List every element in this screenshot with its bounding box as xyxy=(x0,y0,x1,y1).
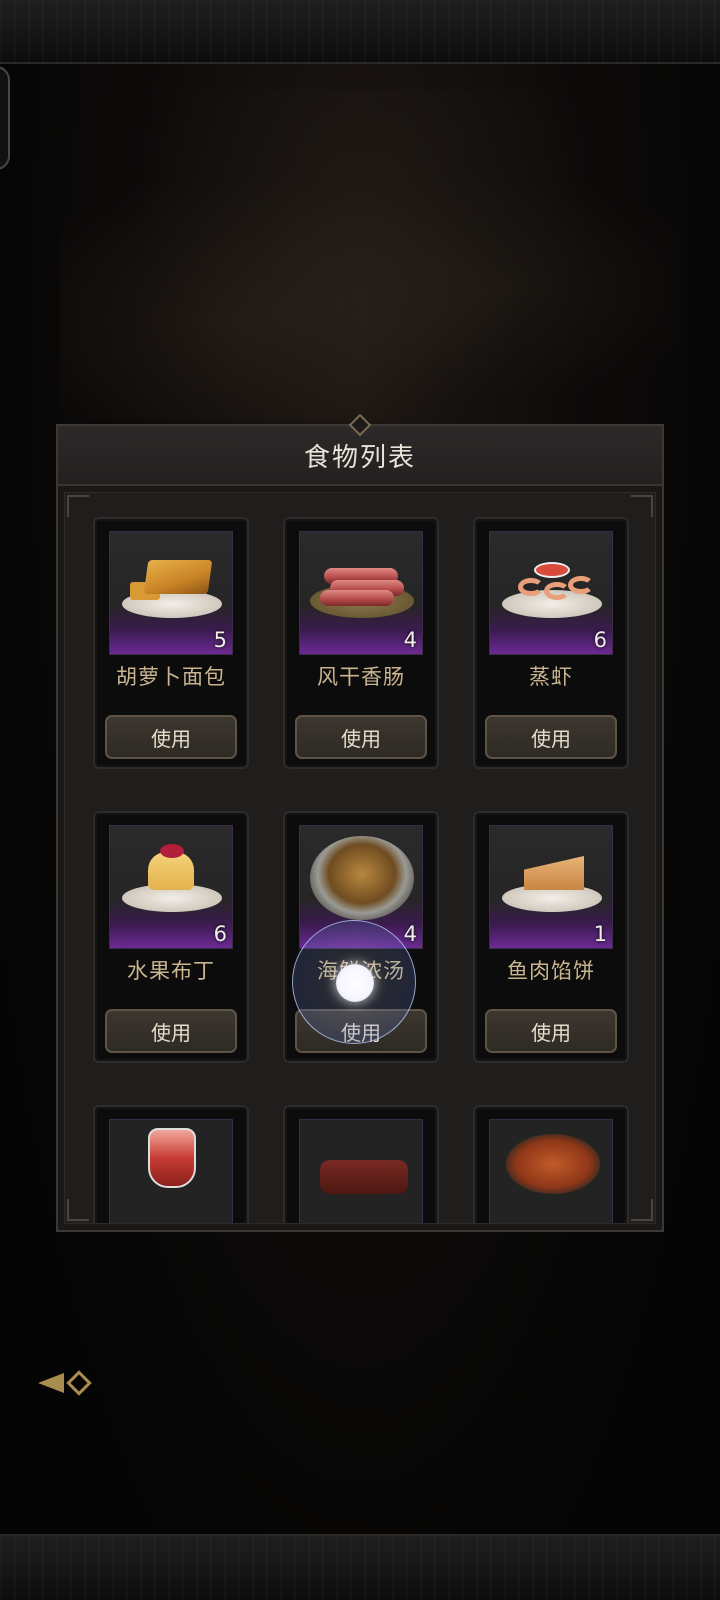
item-name: 蒸虾 xyxy=(529,665,573,689)
food-card[interactable] xyxy=(283,1105,439,1223)
top-ornate-bar xyxy=(0,0,720,64)
touch-indicator-orb xyxy=(292,920,416,1044)
corner-ornament xyxy=(631,495,653,517)
item-quantity: 5 xyxy=(213,628,227,652)
bottom-ornate-bar xyxy=(0,1534,720,1600)
food-card[interactable] xyxy=(93,1105,249,1223)
corner-ornament xyxy=(631,1199,653,1221)
food-card[interactable] xyxy=(473,1105,629,1223)
item-name: 风干香肠 xyxy=(317,665,405,689)
item-quantity: 1 xyxy=(593,922,607,946)
steamed-shrimp-icon: 6 xyxy=(489,531,613,655)
item-name: 水果布丁 xyxy=(127,959,215,983)
use-button[interactable]: 使用 xyxy=(485,715,617,759)
red-drink-icon xyxy=(109,1119,233,1223)
item-quantity: 4 xyxy=(403,628,417,652)
corner-ornament xyxy=(67,495,89,517)
food-card[interactable]: 1 鱼肉馅饼 使用 xyxy=(473,811,629,1063)
item-name: 胡萝卜面包 xyxy=(116,665,226,689)
touch-indicator-core xyxy=(336,964,374,1002)
corner-ornament xyxy=(67,1199,89,1221)
stew-bowl-icon xyxy=(489,1119,613,1223)
carrot-bread-icon: 5 xyxy=(109,531,233,655)
fish-pie-icon: 1 xyxy=(489,825,613,949)
item-quantity: 6 xyxy=(213,922,227,946)
use-button[interactable]: 使用 xyxy=(295,715,427,759)
food-list-panel: 食物列表 5 胡萝卜面包 使用 4 风干香肠 使用 6 蒸虾 使用 6 水果布丁… xyxy=(56,413,664,1232)
food-card[interactable]: 5 胡萝卜面包 使用 xyxy=(93,517,249,769)
diamond-icon xyxy=(66,1370,92,1396)
use-button[interactable]: 使用 xyxy=(105,715,237,759)
background-scenery xyxy=(60,90,680,420)
panel-header: 食物列表 xyxy=(58,413,662,486)
item-quantity: 4 xyxy=(403,922,417,946)
dried-sausage-icon: 4 xyxy=(299,531,423,655)
food-card[interactable]: 6 蒸虾 使用 xyxy=(473,517,629,769)
use-button[interactable]: 使用 xyxy=(485,1009,617,1053)
back-arrow-icon xyxy=(38,1373,64,1393)
food-grid[interactable]: 5 胡萝卜面包 使用 4 风干香肠 使用 6 蒸虾 使用 6 水果布丁 使用 4… xyxy=(64,492,656,1224)
food-card[interactable]: 4 风干香肠 使用 xyxy=(283,517,439,769)
grilled-meat-icon xyxy=(299,1119,423,1223)
item-quantity: 6 xyxy=(593,628,607,652)
use-button[interactable]: 使用 xyxy=(105,1009,237,1053)
food-card[interactable]: 6 水果布丁 使用 xyxy=(93,811,249,1063)
back-button[interactable] xyxy=(38,1360,110,1406)
panel-title: 食物列表 xyxy=(303,442,416,473)
item-name: 鱼肉馅饼 xyxy=(507,959,595,983)
game-screen: 食物列表 5 胡萝卜面包 使用 4 风干香肠 使用 6 蒸虾 使用 6 水果布丁… xyxy=(0,0,720,1600)
side-tab-handle[interactable] xyxy=(0,66,10,170)
fruit-pudding-icon: 6 xyxy=(109,825,233,949)
